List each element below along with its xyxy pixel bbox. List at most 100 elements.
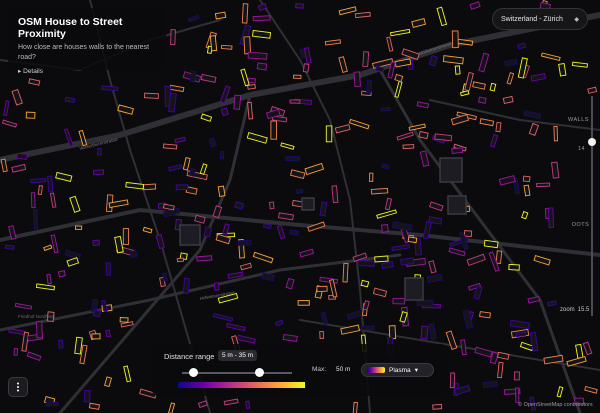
zoom-indicator: zoom 15.5	[560, 307, 589, 313]
building-footprint	[129, 249, 139, 259]
building-footprint	[353, 71, 361, 88]
dots-label: DOTS	[572, 222, 590, 228]
max-label: Max:	[312, 366, 327, 373]
building-footprint	[316, 285, 328, 293]
building-footprint	[119, 317, 129, 323]
building-footprint	[92, 169, 105, 176]
building-footprint	[451, 147, 464, 154]
range-track	[182, 372, 292, 374]
region-label: Switzerland - Zürich	[501, 15, 563, 23]
building-footprint	[46, 273, 52, 285]
slider-knob[interactable]	[588, 138, 596, 146]
color-legend-gradient	[178, 382, 305, 388]
zoom-value: 15.5	[577, 307, 590, 313]
building-footprint	[416, 299, 434, 307]
building-footprint	[143, 92, 159, 99]
building-footprint	[175, 184, 189, 191]
distance-range-value: 5 m - 35 m	[218, 350, 258, 361]
building-footprint	[370, 187, 389, 195]
building-footprint	[247, 77, 256, 84]
building-footprint	[269, 201, 275, 210]
building-footprint	[536, 182, 551, 188]
building-footprint	[91, 333, 101, 340]
building-footprint	[213, 282, 220, 291]
building-footprint	[74, 225, 83, 230]
building-footprint	[219, 150, 225, 160]
distance-panel: Distance range 5 m - 35 m Max: 50 m Plas…	[152, 344, 447, 396]
building-footprint	[420, 325, 429, 340]
range-max-handle[interactable]	[255, 368, 264, 377]
building-footprint	[482, 380, 499, 389]
building-footprint	[302, 63, 310, 73]
region-select[interactable]: Switzerland - Zürich ◆	[492, 8, 588, 30]
colormap-swatch	[367, 367, 385, 373]
building-footprint	[295, 188, 304, 195]
large-building	[439, 157, 463, 183]
walls-label: WALLS	[568, 117, 589, 123]
building-footprint	[522, 175, 531, 183]
building-footprint	[30, 192, 36, 209]
building-footprint	[182, 277, 190, 294]
building-footprint	[83, 389, 91, 403]
menu-button[interactable]	[8, 377, 28, 397]
building-footprint	[342, 262, 349, 283]
building-footprint	[209, 35, 218, 52]
building-footprint	[25, 111, 36, 119]
building-footprint	[325, 125, 333, 143]
building-footprint	[16, 152, 28, 160]
more-vertical-icon	[17, 382, 19, 392]
building-footprint	[37, 185, 43, 196]
building-footprint	[558, 63, 567, 77]
building-footprint	[495, 250, 503, 264]
building-footprint	[400, 257, 415, 266]
building-footprint	[375, 65, 385, 73]
building-footprint	[362, 51, 370, 68]
map-attribution: © OpenStreetMap contributors	[518, 402, 593, 408]
walls-dots-slider[interactable]	[588, 96, 596, 316]
details-toggle[interactable]: ▸ Details	[18, 67, 156, 75]
building-footprint	[368, 172, 374, 182]
building-footprint	[270, 120, 277, 140]
building-footprint	[241, 3, 249, 24]
building-footprint	[289, 229, 300, 236]
building-footprint	[289, 99, 301, 104]
range-min-handle[interactable]	[189, 368, 198, 377]
building-footprint	[479, 311, 492, 319]
building-footprint	[45, 401, 59, 407]
building-footprint	[101, 85, 119, 92]
page-title: OSM House to Street Proximity	[18, 16, 123, 40]
building-footprint	[463, 230, 473, 238]
building-footprint	[360, 325, 375, 331]
building-footprint	[170, 29, 176, 46]
building-footprint	[392, 297, 406, 305]
building-footprint	[47, 175, 54, 193]
building-footprint	[176, 257, 185, 263]
building-footprint	[105, 329, 111, 338]
building-footprint	[357, 259, 375, 267]
page-subtitle: How close are houses walls to the neares…	[18, 44, 150, 61]
building-footprint	[252, 15, 271, 22]
building-footprint	[4, 244, 15, 250]
building-footprint	[33, 209, 39, 230]
building-footprint	[319, 330, 325, 339]
triangle-right-icon: ▸	[18, 68, 22, 75]
building-footprint	[295, 3, 304, 9]
building-footprint	[214, 11, 227, 20]
building-footprint	[233, 94, 242, 110]
building-footprint	[434, 133, 453, 142]
building-footprint	[432, 403, 443, 410]
building-footprint	[374, 255, 389, 263]
building-footprint	[388, 325, 397, 340]
colormap-select[interactable]: Plasma ▾	[361, 363, 434, 377]
chevron-down-icon: ◆	[574, 16, 579, 23]
building-footprint	[57, 270, 66, 278]
building-footprint	[92, 239, 101, 246]
building-footprint	[105, 262, 111, 276]
info-panel: OSM House to Street Proximity How close …	[8, 8, 166, 75]
building-footprint	[523, 184, 531, 197]
building-footprint	[548, 207, 555, 228]
building-footprint	[97, 148, 102, 156]
building-footprint	[92, 309, 102, 318]
building-footprint	[243, 36, 252, 55]
building-footprint	[451, 30, 459, 49]
